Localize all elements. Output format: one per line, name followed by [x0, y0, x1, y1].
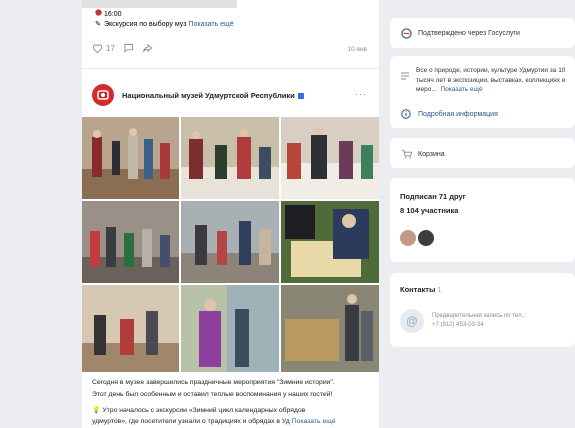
contacts-count: 1 — [437, 285, 442, 294]
feed-column: 16:00 ✎ Экскурсия по выбору муз Показать е… — [82, 0, 379, 428]
info-lines-icon — [400, 68, 410, 86]
post-text-line-2: Этот день был особенным и оставил теплые… — [92, 391, 333, 398]
prev-post-date: 10 янв — [347, 46, 367, 53]
photo-7[interactable] — [82, 285, 179, 372]
share-icon — [142, 43, 153, 53]
photo-grid — [82, 117, 379, 372]
photo-6[interactable] — [281, 201, 379, 283]
gosuslugi-row[interactable]: Подтверждено через Госуслуги — [400, 27, 520, 39]
cart-row[interactable]: Корзина — [400, 148, 445, 160]
cart-card: Корзина — [390, 138, 575, 168]
member-avatars — [400, 230, 436, 246]
prev-post-time-line: 16:00 — [94, 9, 122, 18]
museum-logo-icon — [97, 90, 109, 100]
avatar[interactable] — [418, 230, 434, 246]
at-sign-icon: @ — [400, 309, 424, 333]
post-divider — [82, 68, 379, 69]
info-circle-icon — [400, 108, 412, 120]
cart-icon — [400, 148, 412, 160]
photo-9[interactable] — [281, 285, 379, 372]
prev-post-actions: 17 — [92, 43, 153, 53]
post-text-line-4: удмуртов», где посетители узнали о тради… — [92, 418, 336, 425]
about-text: Все о природе, истории, культуре Удмурти… — [416, 67, 566, 93]
verified-flag-icon — [297, 92, 304, 99]
contact-label: Предварительная запись по тел.: — [432, 313, 525, 319]
contact-phone: +7 (912) 453-03-34 — [432, 322, 484, 328]
about-show-more-link[interactable]: Показать ещё — [441, 86, 483, 93]
heart-icon — [92, 44, 103, 53]
like-button[interactable]: 17 — [92, 43, 115, 53]
share-button[interactable] — [142, 43, 153, 53]
details-link-row[interactable]: Подробная информация — [400, 108, 498, 120]
members-count[interactable]: 8 104 участника — [400, 206, 458, 215]
photo-4[interactable] — [82, 201, 179, 283]
like-count: 17 — [106, 43, 115, 53]
photo-8[interactable] — [181, 285, 279, 372]
gosuslugi-icon — [400, 27, 412, 39]
post-header: Национальный музей Удмуртской Республики — [92, 84, 304, 106]
friends-count[interactable]: Подписан 71 друг — [400, 192, 466, 201]
photo-1[interactable] — [82, 117, 179, 199]
photo-5[interactable] — [181, 201, 279, 283]
contacts-title[interactable]: Контакты 1 — [400, 285, 442, 294]
top-strip — [82, 0, 237, 8]
post-show-more-link[interactable]: Показать ещё — [292, 418, 336, 425]
prev-post-text-line: ✎ Экскурсия по выбору муз Показать ещё — [95, 21, 234, 28]
museum-avatar[interactable] — [92, 84, 114, 106]
photo-2[interactable] — [181, 117, 279, 199]
contacts-card: Контакты 1 @ Предварительная запись по т… — [390, 273, 575, 347]
bell-emoji-icon — [94, 9, 102, 18]
prev-post-show-more-link[interactable]: Показать ещё — [188, 21, 233, 28]
lightbulb-emoji-icon: 💡 — [92, 407, 101, 414]
post-text-line-1: Сегодня в музее завершились праздничные … — [92, 379, 335, 386]
about-card: Все о природе, истории, культуре Удмурти… — [390, 56, 575, 128]
post-more-menu-button[interactable]: ··· — [355, 89, 367, 99]
contact-info[interactable]: Предварительная запись по тел.: +7 (912)… — [432, 312, 525, 330]
hand-emoji-icon: ✎ — [95, 21, 101, 28]
members-card: Подписан 71 друг 8 104 участника — [390, 178, 575, 262]
photo-3[interactable] — [281, 117, 379, 199]
comment-icon — [124, 43, 133, 53]
post-author-name[interactable]: Национальный музей Удмуртской Республики — [122, 91, 304, 100]
post-text-line-3: 💡 Утро началось с экскурсии «Зимний цикл… — [92, 407, 306, 414]
gosuslugi-card: Подтверждено через Госуслуги — [390, 18, 575, 48]
avatar[interactable] — [400, 230, 416, 246]
comment-button[interactable] — [123, 43, 134, 53]
